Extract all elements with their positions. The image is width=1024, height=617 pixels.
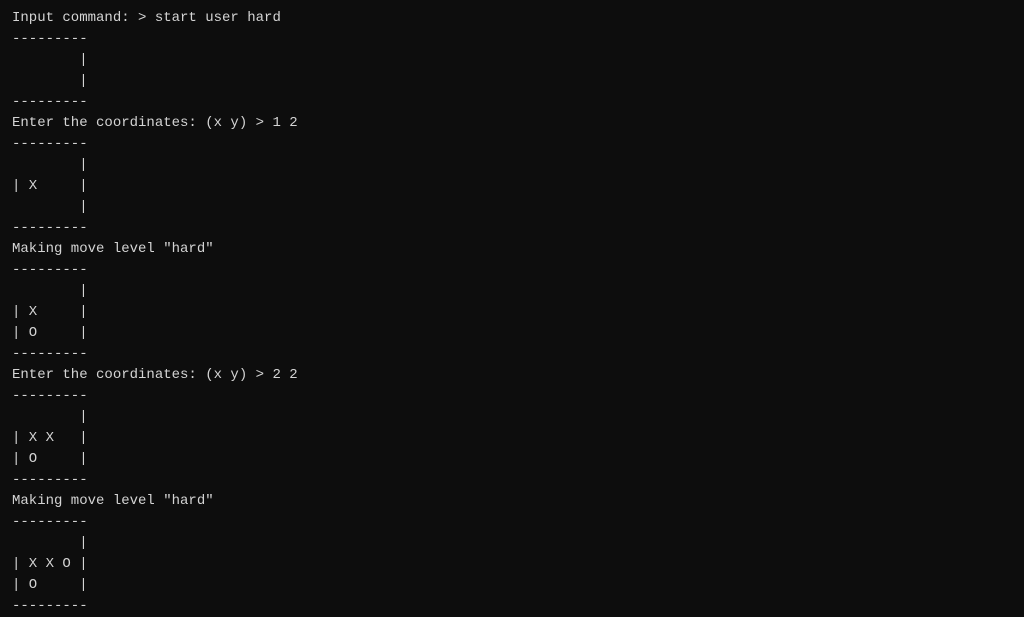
terminal-line: --------- (12, 218, 1012, 239)
terminal-line: --------- (12, 92, 1012, 113)
terminal-line: --------- (12, 134, 1012, 155)
terminal-line: | X | (12, 176, 1012, 197)
terminal-line: | (12, 71, 1012, 92)
terminal-line: | O | (12, 449, 1012, 470)
terminal-line: --------- (12, 386, 1012, 407)
terminal-output: Input command: > start user hard--------… (12, 8, 1012, 555)
terminal-line: | X | (12, 302, 1012, 323)
terminal-line: | O | (12, 323, 1012, 344)
terminal-line: --------- (12, 29, 1012, 50)
terminal-line: | O | (12, 575, 1012, 596)
terminal-line: Making move level "hard" (12, 239, 1012, 260)
terminal-line: | (12, 407, 1012, 428)
terminal-line: --------- (12, 470, 1012, 491)
terminal-line: Enter the coordinates: (x y) > 2 2 (12, 365, 1012, 386)
terminal-line: --------- (12, 260, 1012, 281)
terminal-line: | (12, 281, 1012, 302)
terminal-line: | X X O | (12, 554, 1012, 575)
terminal-line: --------- (12, 596, 1012, 617)
terminal-line: | (12, 197, 1012, 218)
terminal-line: | (12, 533, 1012, 554)
terminal-line: Making move level "hard" (12, 491, 1012, 512)
terminal-line: Input command: > start user hard (12, 8, 1012, 29)
terminal-line: | (12, 155, 1012, 176)
terminal-line: --------- (12, 512, 1012, 533)
terminal-line: | X X | (12, 428, 1012, 449)
terminal-line: | (12, 50, 1012, 71)
terminal-line: Enter the coordinates: (x y) > 1 2 (12, 113, 1012, 134)
terminal-line: --------- (12, 344, 1012, 365)
